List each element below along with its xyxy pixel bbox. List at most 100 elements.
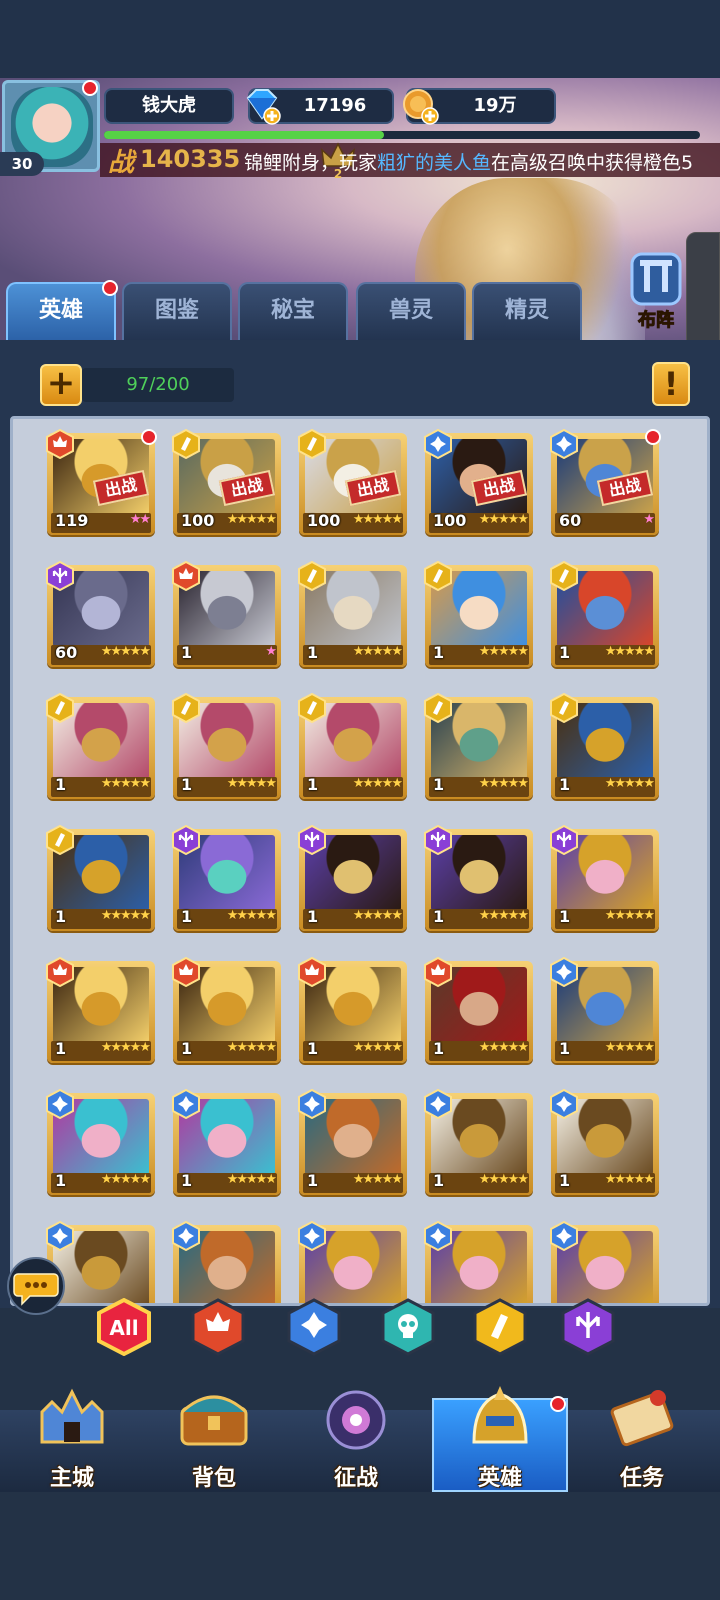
marquee-prefix: 锦鲤附身，玩家: [244, 152, 378, 174]
hero-card[interactable]: 1 ★★★★★: [298, 560, 407, 673]
hero-card[interactable]: 1 ★★★★★: [550, 956, 659, 1069]
hero-level: 1: [559, 643, 571, 662]
gold-counter[interactable]: 19万: [403, 88, 556, 125]
hero-card[interactable]: [550, 1220, 659, 1303]
tab-heroes-dot: [102, 280, 118, 296]
hero-card[interactable]: [298, 1220, 407, 1303]
hero-card[interactable]: 1 ★★★★★: [298, 1088, 407, 1201]
filter-water-faction-button[interactable]: [286, 1298, 342, 1356]
chat-bubble-icon[interactable]: [6, 1256, 66, 1316]
fire-faction-icon: [45, 956, 75, 988]
hero-helmet-icon: [472, 1386, 528, 1444]
hero-card[interactable]: 1 ★★★★★: [46, 824, 155, 937]
formation-button[interactable]: 布阵: [624, 248, 688, 334]
hero-card[interactable]: 1 ★★★★★: [424, 692, 533, 805]
hero-card[interactable]: 1 ★★★★★: [550, 692, 659, 805]
info-button[interactable]: !: [652, 362, 690, 406]
hero-level: 1: [559, 1039, 571, 1058]
hero-card[interactable]: 1 ★★★★★: [298, 692, 407, 805]
hero-card[interactable]: 100 ★★★★★ 出战: [298, 428, 407, 541]
nav-castle[interactable]: 主城: [2, 1374, 142, 1492]
hero-level: 1: [55, 775, 67, 794]
hero-card[interactable]: 1 ★★★★★: [46, 1088, 155, 1201]
tab-heroes[interactable]: 英雄: [6, 282, 116, 340]
hero-stars: ★★: [129, 512, 151, 527]
hero-stars: ★★★★★: [100, 776, 151, 791]
hero-card[interactable]: [424, 1220, 533, 1303]
hero-card[interactable]: 1 ★★★★★: [46, 692, 155, 805]
hero-level: 1: [181, 907, 193, 926]
hero-level: 1: [307, 1171, 319, 1190]
tab-elf[interactable]: 精灵: [472, 282, 582, 340]
hero-card[interactable]: 1 ★★★★★: [424, 956, 533, 1069]
hero-count: 97/200: [82, 368, 234, 402]
filter-skull-faction-button[interactable]: [380, 1298, 436, 1356]
nav-scroll[interactable]: 任务: [572, 1374, 712, 1492]
hero-card[interactable]: 1 ★★★★★: [550, 560, 659, 673]
hero-card[interactable]: [172, 1220, 281, 1303]
water-faction-icon: [549, 428, 579, 460]
hero-card[interactable]: 1 ★★★★★: [298, 824, 407, 937]
dragon-portal-icon: [326, 1390, 386, 1450]
formation-label: 布阵: [638, 309, 674, 331]
light-faction-icon: [549, 560, 579, 592]
fire-faction-icon: [171, 956, 201, 988]
hero-card[interactable]: 1 ★★★★★: [172, 1088, 281, 1201]
hero-level: 1: [433, 775, 445, 794]
hero-card[interactable]: 1 ★★★★★: [172, 824, 281, 937]
expand-slots-button[interactable]: +: [40, 364, 82, 406]
diamond-plus-icon[interactable]: [242, 86, 282, 126]
hero-card[interactable]: 1 ★★★★★: [550, 824, 659, 937]
hero-card[interactable]: 1 ★★★★★: [424, 1088, 533, 1201]
diamond-counter[interactable]: 17196: [246, 88, 394, 125]
water-faction-icon: [549, 956, 579, 988]
filter-all-button[interactable]: All: [96, 1297, 152, 1357]
hero-card[interactable]: 1 ★★★★★: [172, 692, 281, 805]
player-name: 钱大虎: [104, 88, 234, 124]
nav-notification-dot: [550, 1396, 566, 1412]
hero-level: 1: [55, 1039, 67, 1058]
nav-chest[interactable]: 背包: [144, 1374, 284, 1492]
hero-card[interactable]: 1 ★★★★★: [46, 956, 155, 1069]
hero-stars: ★★★★★: [100, 644, 151, 659]
filter-dark-faction-button[interactable]: [560, 1298, 616, 1356]
tab-beast-spirit[interactable]: 兽灵: [356, 282, 466, 340]
hero-stars: ★★★★★: [604, 1172, 655, 1187]
water-faction-icon: [45, 1088, 75, 1120]
hero-level: 1: [181, 1039, 193, 1058]
hero-card[interactable]: 119 ★★ 出战: [46, 428, 157, 541]
water-faction-icon: [423, 1220, 453, 1252]
nav-hero-helmet[interactable]: 英雄: [430, 1374, 570, 1492]
light-faction-icon: [171, 428, 201, 460]
light-faction-icon: [549, 692, 579, 724]
hero-card[interactable]: 1 ★★★★★: [424, 560, 533, 673]
hero-card[interactable]: 1 ★★★★★: [172, 956, 281, 1069]
light-faction-icon: [297, 428, 327, 460]
nav-dragon-portal[interactable]: 征战: [286, 1374, 426, 1492]
hero-stars: ★: [643, 512, 655, 527]
hero-grid: 119 ★★ 出战 100 ★★★★★ 出战 100 ★★★★★ 出战 100 ★★★…: [10, 416, 710, 1306]
hero-card[interactable]: 1 ★★★★★: [424, 824, 533, 937]
hero-level: 1: [559, 907, 571, 926]
hero-stars: ★★★★★: [478, 776, 529, 791]
filter-light-faction-button[interactable]: [472, 1298, 528, 1356]
hero-stars: ★★★★★: [226, 1040, 277, 1055]
hero-level: 1: [307, 1039, 319, 1058]
gold-plus-icon[interactable]: [400, 86, 440, 126]
water-faction-icon: [549, 1088, 579, 1120]
hero-card[interactable]: 100 ★★★★★ 出战: [172, 428, 281, 541]
hero-card[interactable]: 1 ★★★★★: [550, 1088, 659, 1201]
chest-icon: [180, 1395, 248, 1446]
filter-fire-faction-button[interactable]: [190, 1298, 246, 1356]
hero-card[interactable]: 60 ★ 出战: [550, 428, 661, 541]
hero-card[interactable]: 1 ★: [172, 560, 281, 673]
hero-card[interactable]: 60 ★★★★★: [46, 560, 155, 673]
tab-treasure[interactable]: 秘宝: [238, 282, 348, 340]
water-faction-icon: [297, 1220, 327, 1252]
tab-codex[interactable]: 图鉴: [122, 282, 232, 340]
hero-card[interactable]: 1 ★★★★★: [298, 956, 407, 1069]
top-strip: [0, 0, 720, 78]
hero-level: 1: [307, 643, 319, 662]
hero-level: 60: [559, 511, 582, 530]
hero-card[interactable]: 100 ★★★★★ 出战: [424, 428, 533, 541]
